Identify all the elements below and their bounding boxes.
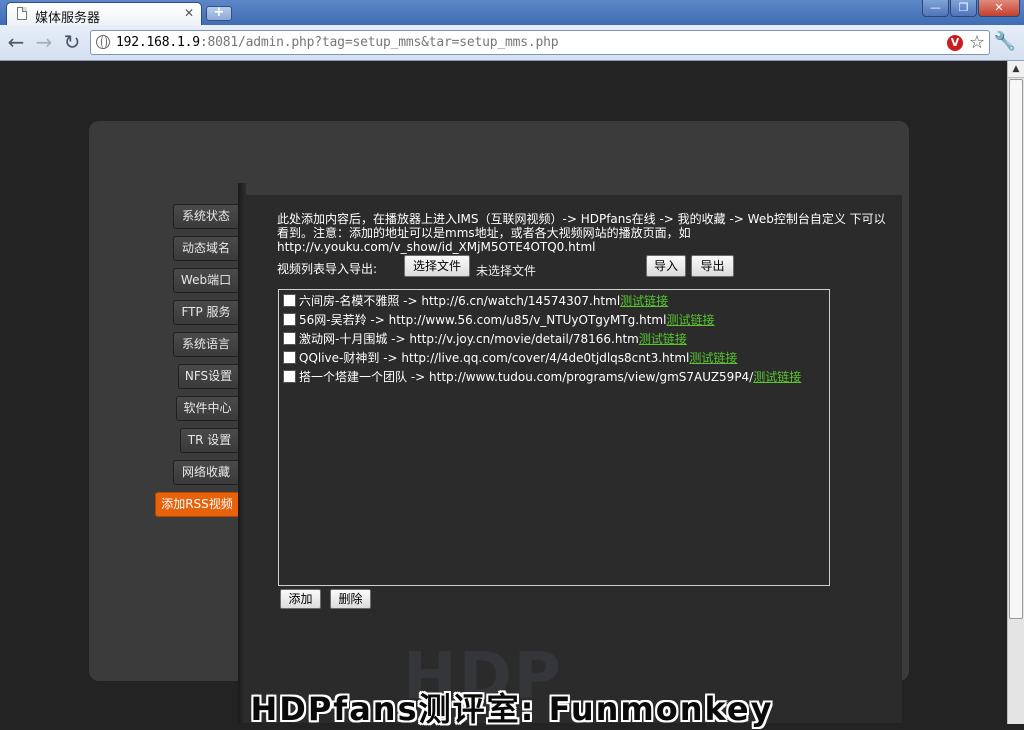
scroll-up-arrow-icon[interactable]: ▲ [1008,61,1024,78]
title-bar: 媒体服务器 ✕ + — ❐ ✕ [0,0,1024,26]
minimize-button[interactable]: — [922,0,949,17]
item-text: 搭一个塔建一个团队 -> http://www.tudou.com/progra… [299,370,754,384]
wrench-icon[interactable]: 🔧 [994,31,1016,52]
import-button[interactable]: 导入 [646,255,686,277]
sidebar-item-web-port[interactable]: Web端口 [173,268,238,293]
test-link[interactable]: 测试链接 [753,370,801,384]
test-link[interactable]: 测试链接 [689,351,737,365]
item-text: 激动网-十月围城 -> http://v.joy.cn/movie/detail… [299,332,639,346]
import-export-label: 视频列表导入导出: [277,262,378,276]
extension-icon[interactable]: V [947,35,963,51]
browser-toolbar: ← → ↻ 192.168.1.9:8081/admin.php?tag=set… [0,25,1024,61]
url-host: 192.168.1.9 [116,35,200,50]
close-tab-icon[interactable]: ✕ [184,6,194,20]
export-button[interactable]: 导出 [691,255,734,277]
sidebar-item-nfs[interactable]: NFS设置 [178,364,238,389]
delete-button[interactable]: 删除 [330,589,371,609]
new-tab-button[interactable]: + [206,6,232,21]
list-item: 激动网-十月围城 -> http://v.joy.cn/movie/detail… [283,330,687,349]
sidebar-item-language[interactable]: 系统语言 [173,332,238,357]
sidebar-item-system-status[interactable]: 系统状态 [173,204,238,229]
add-button[interactable]: 添加 [280,589,321,609]
item-checkbox[interactable] [283,313,296,326]
sidebar-item-tr[interactable]: TR 设置 [180,428,238,453]
sidebar-item-software-center[interactable]: 软件中心 [176,396,238,421]
sidebar-item-add-rss-video[interactable]: 添加RSS视频 [155,492,238,517]
vertical-scrollbar[interactable]: ▲ [1007,61,1024,724]
tab-title: 媒体服务器 [35,11,101,26]
list-item: QQlive-财神到 -> http://live.qq.com/cover/4… [283,349,737,368]
item-checkbox[interactable] [283,351,296,364]
description-line-1: 此处添加内容后，在播放器上进入IMS（互联网视频）-> HDPfans在线 ->… [277,212,886,226]
list-item: 搭一个塔建一个团队 -> http://www.tudou.com/progra… [283,368,801,387]
watermark-text: HDPfans测评室: Funmonkey [250,690,774,728]
back-icon[interactable]: ← [5,31,27,53]
close-window-button[interactable]: ✕ [978,0,1020,17]
description: 此处添加内容后，在播放器上进入IMS（互联网视频）-> HDPfans在线 ->… [277,212,897,254]
item-checkbox[interactable] [283,332,296,345]
item-checkbox[interactable] [283,370,296,383]
no-file-text: 未选择文件 [476,264,537,278]
reload-icon[interactable]: ↻ [61,31,83,53]
sidebar-item-net-favorites[interactable]: 网络收藏 [173,460,238,485]
url-text[interactable]: 192.168.1.9:8081/admin.php?tag=setup_mms… [116,35,559,50]
forward-icon[interactable]: → [33,31,55,53]
item-checkbox[interactable] [283,294,296,307]
list-item: 56网-吴若羚 -> http://www.56.com/u85/v_NTUyO… [283,311,714,330]
restore-button[interactable]: ❐ [950,0,977,17]
page-icon [17,7,27,20]
browser-tab[interactable]: 媒体服务器 ✕ [6,2,202,26]
description-line-3: http://v.youku.com/v_show/id_XMjM5OTE4OT… [277,240,596,254]
sidebar-divider [238,183,246,723]
item-text: 56网-吴若羚 -> http://www.56.com/u85/v_NTUyO… [299,313,667,327]
sidebar-item-ddns[interactable]: 动态域名 [173,236,238,261]
address-bar[interactable]: 192.168.1.9:8081/admin.php?tag=setup_mms… [90,30,990,55]
list-item: 六间房-名模不雅照 -> http://6.cn/watch/14574307.… [283,292,668,311]
bookmark-star-icon[interactable]: ☆ [969,32,985,53]
test-link[interactable]: 测试链接 [666,313,714,327]
description-line-2: 看到。注意：添加的地址可以是mms地址，或者各大视频网站的播放页面，如 [277,226,691,240]
test-link[interactable]: 测试链接 [620,294,668,308]
choose-file-button[interactable]: 选择文件 [404,255,470,277]
test-link[interactable]: 测试链接 [639,332,687,346]
url-path: :8081/admin.php?tag=setup_mms&tar=setup_… [199,35,559,50]
scroll-thumb[interactable] [1009,79,1023,619]
window-controls: — ❐ ✕ [921,0,1020,18]
item-text: QQlive-财神到 -> http://live.qq.com/cover/4… [299,351,690,365]
sidebar-item-ftp[interactable]: FTP 服务 [173,300,238,325]
video-list[interactable]: 六间房-名模不雅照 -> http://6.cn/watch/14574307.… [278,289,830,586]
globe-icon [96,35,110,49]
item-text: 六间房-名模不雅照 -> http://6.cn/watch/14574307.… [299,294,621,308]
